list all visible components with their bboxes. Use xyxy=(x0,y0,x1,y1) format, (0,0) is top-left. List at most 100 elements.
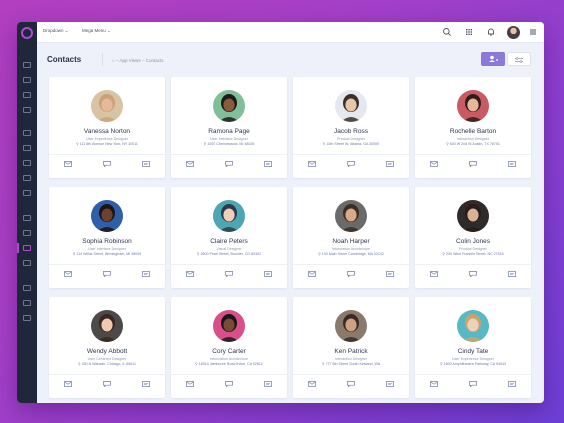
contact-card[interactable]: Cindy Tate User Experience Designer ⚲ 1600… xyxy=(415,297,531,398)
contact-name[interactable]: Vanessa Norton xyxy=(49,128,165,135)
contact-avatar[interactable] xyxy=(457,90,489,122)
chat-icon[interactable] xyxy=(103,271,111,277)
mail-icon[interactable] xyxy=(430,271,438,277)
chat-icon[interactable] xyxy=(347,381,355,387)
chat-icon[interactable] xyxy=(347,161,355,167)
id-card-icon[interactable] xyxy=(508,161,516,167)
contact-name[interactable]: Rochelle Barton xyxy=(415,128,531,135)
mail-icon[interactable] xyxy=(64,161,72,167)
mail-icon[interactable] xyxy=(430,161,438,167)
chat-icon[interactable] xyxy=(225,381,233,387)
contact-avatar[interactable] xyxy=(213,310,245,342)
mail-icon[interactable] xyxy=(430,381,438,387)
contact-name[interactable]: Noah Harper xyxy=(293,238,409,245)
mail-icon[interactable] xyxy=(186,161,194,167)
sidebar-item-chat-icon[interactable] xyxy=(23,230,31,236)
contact-card[interactable]: Rochelle Barton Interaction Designer ⚲ 600… xyxy=(415,77,531,178)
contact-name[interactable]: Ken Patrick xyxy=(293,348,409,355)
id-card-icon[interactable] xyxy=(142,381,150,387)
chat-icon[interactable] xyxy=(469,271,477,277)
contact-name[interactable]: Claire Peters xyxy=(171,238,287,245)
logo-icon[interactable] xyxy=(21,27,33,39)
id-card-icon[interactable] xyxy=(386,271,394,277)
contact-avatar[interactable] xyxy=(91,90,123,122)
chat-icon[interactable] xyxy=(469,381,477,387)
contact-card[interactable]: Ken Patrick Interaction Designer ⚲ 777 6th… xyxy=(293,297,409,398)
contact-card[interactable]: Jacob Ross Product Designer ⚲ 10th Street … xyxy=(293,77,409,178)
search-icon[interactable] xyxy=(442,27,452,37)
chat-icon[interactable] xyxy=(347,271,355,277)
add-contact-button[interactable] xyxy=(481,52,505,66)
contact-avatar[interactable] xyxy=(457,310,489,342)
user-avatar[interactable] xyxy=(507,26,520,39)
chat-icon[interactable] xyxy=(469,161,477,167)
sidebar-item-apps-icon[interactable] xyxy=(23,107,31,113)
contact-avatar[interactable] xyxy=(335,200,367,232)
id-card-icon[interactable] xyxy=(508,271,516,277)
contact-name[interactable]: Wendy Abbott xyxy=(49,348,165,355)
contact-name[interactable]: Cindy Tate xyxy=(415,348,531,355)
contact-avatar[interactable] xyxy=(335,310,367,342)
home-icon[interactable]: ⌂ xyxy=(112,58,115,63)
chat-icon[interactable] xyxy=(103,381,111,387)
mail-icon[interactable] xyxy=(308,271,316,277)
id-card-icon[interactable] xyxy=(264,161,272,167)
contact-avatar[interactable] xyxy=(213,200,245,232)
contact-name[interactable]: Cory Carter xyxy=(171,348,287,355)
id-card-icon[interactable] xyxy=(386,161,394,167)
contact-avatar[interactable] xyxy=(335,90,367,122)
sidebar-item-charts-icon[interactable] xyxy=(23,160,31,166)
contact-avatar[interactable] xyxy=(91,200,123,232)
contact-name[interactable]: Ramona Page xyxy=(171,128,287,135)
sidebar-item-layers-icon[interactable] xyxy=(23,130,31,136)
sidebar-item-dashboard-icon[interactable] xyxy=(23,62,31,68)
sidebar-item-contacts-icon[interactable] xyxy=(23,245,31,251)
id-card-icon[interactable] xyxy=(264,381,272,387)
id-card-icon[interactable] xyxy=(386,381,394,387)
mail-icon[interactable] xyxy=(308,161,316,167)
sidebar-item-settings-icon[interactable] xyxy=(23,315,31,321)
mail-icon[interactable] xyxy=(64,381,72,387)
dropdown-menu[interactable]: Dropdown ⌄ xyxy=(43,28,69,34)
id-card-icon[interactable] xyxy=(264,271,272,277)
contact-card[interactable]: Claire Peters Visual Designer ⚲ 2600 Pearl… xyxy=(171,187,287,288)
contact-card[interactable]: Wendy Abbott User Centered Designer ⚲ 330 … xyxy=(49,297,165,398)
menu-lines-icon[interactable] xyxy=(528,27,538,37)
sidebar-item-files-icon[interactable] xyxy=(23,145,31,151)
contact-avatar[interactable] xyxy=(457,200,489,232)
chat-icon[interactable] xyxy=(103,161,111,167)
id-card-icon[interactable] xyxy=(142,161,150,167)
sidebar-item-logout-icon[interactable] xyxy=(23,300,31,306)
id-card-icon[interactable] xyxy=(142,271,150,277)
filter-button[interactable] xyxy=(507,52,531,66)
sidebar-item-tasks-icon[interactable] xyxy=(23,260,31,266)
breadcrumb-item[interactable]: App Views xyxy=(120,58,141,63)
mail-icon[interactable] xyxy=(64,271,72,277)
chat-icon[interactable] xyxy=(225,271,233,277)
contact-card[interactable]: Sophia Robinson User Interface Designer ⚲ … xyxy=(49,187,165,288)
mail-icon[interactable] xyxy=(186,381,194,387)
sidebar-item-inbox-icon[interactable] xyxy=(23,92,31,98)
contact-card[interactable]: Ramona Page User Interface Designer ⚲ 1000… xyxy=(171,77,287,178)
sidebar-item-forms-icon[interactable] xyxy=(23,190,31,196)
bell-icon[interactable] xyxy=(486,27,496,37)
contact-avatar[interactable] xyxy=(213,90,245,122)
sidebar-item-mail-icon[interactable] xyxy=(23,215,31,221)
contact-name[interactable]: Sophia Robinson xyxy=(49,238,165,245)
apps-grid-icon[interactable] xyxy=(464,27,474,37)
contact-card[interactable]: Vanessa Norton User Experience Designer ⚲ … xyxy=(49,77,165,178)
contact-name[interactable]: Colin Jones xyxy=(415,238,531,245)
mail-icon[interactable] xyxy=(308,381,316,387)
mega-menu[interactable]: Mega Menu ⌄ xyxy=(82,28,111,34)
contact-avatar[interactable] xyxy=(91,310,123,342)
chat-icon[interactable] xyxy=(225,161,233,167)
id-card-icon[interactable] xyxy=(508,381,516,387)
mail-icon[interactable] xyxy=(186,271,194,277)
contact-name[interactable]: Jacob Ross xyxy=(293,128,409,135)
sidebar-item-pages-icon[interactable] xyxy=(23,77,31,83)
contact-card[interactable]: Cory Carter Information Architecture ⚲ 180… xyxy=(171,297,287,398)
contact-card[interactable]: Colin Jones Product Designer ⚲ 200 West Fr… xyxy=(415,187,531,288)
sidebar-item-lock-icon[interactable] xyxy=(23,285,31,291)
sidebar-item-calendar-icon[interactable] xyxy=(23,175,31,181)
contact-card[interactable]: Noah Harper Information Architecture ⚲ 100… xyxy=(293,187,409,288)
